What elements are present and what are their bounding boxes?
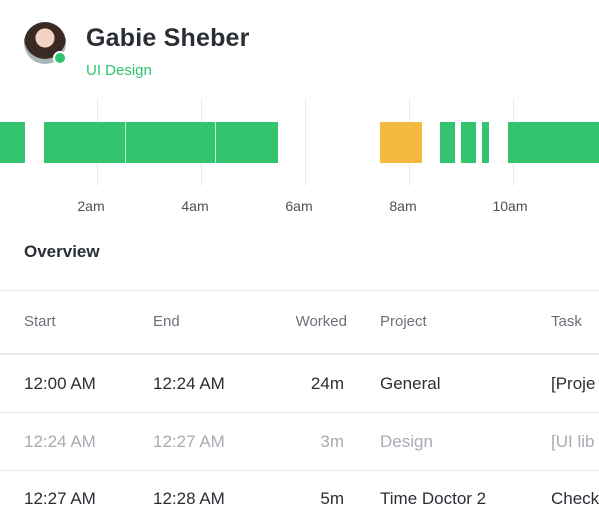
column-header-end[interactable]: End [153, 313, 180, 330]
cell-task: Check [551, 489, 599, 508]
cell-start: 12:27 AM [24, 489, 96, 508]
cell-task: [UI lib [551, 432, 595, 451]
column-header-task[interactable]: Task [551, 313, 582, 330]
cell-start: 12:24 AM [24, 432, 96, 451]
cell-worked: 5m [320, 489, 344, 508]
tick-label: 8am [389, 198, 417, 214]
cell-worked: 3m [320, 432, 344, 451]
column-header-project[interactable]: Project [380, 313, 427, 330]
tick-label: 10am [492, 198, 528, 214]
bar-divider [125, 122, 126, 163]
activity-bar[interactable] [482, 122, 489, 163]
cell-project: Time Doctor 2 [380, 489, 487, 508]
overview-title: Overview [24, 242, 100, 261]
activity-bar[interactable] [0, 122, 25, 163]
activity-bar-idle[interactable] [380, 122, 422, 163]
activity-bar[interactable] [44, 122, 278, 163]
cell-end: 12:28 AM [153, 489, 225, 508]
cell-end: 12:27 AM [153, 432, 225, 451]
activity-timeline: 2am 4am 6am 8am 10am [0, 98, 599, 218]
cell-worked: 24m [310, 374, 344, 393]
tick-label: 6am [285, 198, 313, 214]
cell-project: Design [380, 432, 433, 451]
online-status-icon [53, 51, 67, 65]
table-top-border [0, 290, 599, 291]
tick-line [305, 98, 306, 186]
cell-project: General [380, 374, 441, 393]
overview-table: Start End Worked Project Task 12:00 AM 1… [0, 290, 599, 508]
avatar[interactable] [24, 22, 67, 65]
column-header-worked[interactable]: Worked [270, 313, 347, 330]
bar-divider [215, 122, 216, 163]
cell-task: [Proje [551, 374, 596, 393]
row-divider [0, 470, 599, 471]
header-divider [0, 353, 599, 355]
tick-label: 4am [181, 198, 209, 214]
row-divider [0, 412, 599, 413]
cell-end: 12:24 AM [153, 374, 225, 393]
user-name: Gabie Sheber [86, 24, 250, 52]
activity-bar[interactable] [461, 122, 476, 163]
activity-bar[interactable] [508, 122, 599, 163]
cell-start: 12:00 AM [24, 374, 96, 393]
column-header-start[interactable]: Start [24, 313, 56, 330]
tick-label: 2am [77, 198, 105, 214]
activity-bar[interactable] [440, 122, 455, 163]
user-header: Gabie Sheber UI Design [24, 22, 584, 82]
user-role: UI Design [86, 62, 152, 79]
